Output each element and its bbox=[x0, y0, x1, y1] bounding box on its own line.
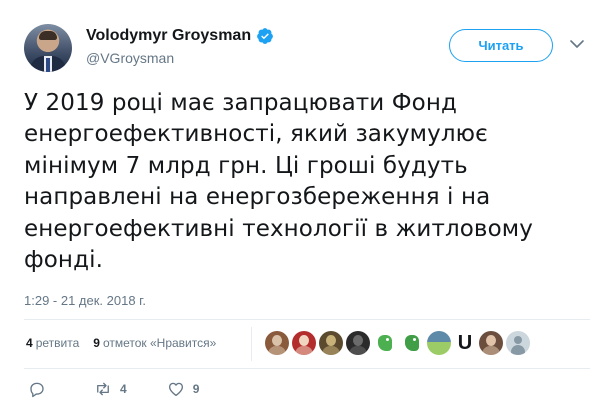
tweet-text: У 2019 році має запрацювати Фонд енергое… bbox=[24, 88, 594, 276]
liker-avatar-1[interactable] bbox=[265, 331, 289, 355]
liker-avatar-person[interactable] bbox=[479, 331, 503, 355]
author-name-row: Volodymyr Groysman bbox=[86, 27, 274, 45]
likes-stat[interactable]: 9 отметок «Нравится» bbox=[93, 336, 216, 350]
retweet-button[interactable]: 4 bbox=[94, 380, 127, 398]
verified-badge-icon bbox=[257, 28, 273, 44]
like-button[interactable]: 9 bbox=[167, 380, 200, 398]
retweets-count: 4 bbox=[26, 336, 33, 350]
liker-avatar-default[interactable] bbox=[506, 331, 530, 355]
author-avatar[interactable] bbox=[24, 24, 72, 72]
tweet-text-line: енергоефективності, який закумулює bbox=[24, 121, 488, 148]
heart-icon bbox=[168, 382, 183, 397]
tweet-text-line: енергоефективні технології в житловому bbox=[24, 215, 533, 242]
tweet-text-line: мінімум 7 млрд грн. Ці гроші будуть bbox=[24, 152, 468, 179]
divider-bottom bbox=[24, 368, 590, 369]
likes-label: отметок «Нравится» bbox=[102, 336, 217, 350]
tweet-text-line: направлені на енергозбереження і на bbox=[24, 184, 491, 211]
tweet-text-line: фонді. bbox=[24, 247, 103, 274]
avatar-tie bbox=[46, 58, 50, 72]
follow-button[interactable]: Читать bbox=[449, 29, 553, 62]
avatar-hair bbox=[39, 31, 57, 40]
chevron-down-icon[interactable] bbox=[568, 38, 586, 50]
stats-separator bbox=[251, 327, 252, 361]
liker-avatar-dragon-1[interactable] bbox=[373, 331, 397, 355]
liker-avatar-2[interactable] bbox=[292, 331, 316, 355]
liker-avatar-dragon-2[interactable] bbox=[400, 331, 424, 355]
tweet-text-line: У 2019 році має запрацювати Фонд bbox=[24, 90, 457, 116]
tweet-timestamp[interactable]: 1:29 - 21 дек. 2018 г. bbox=[24, 293, 146, 308]
author-handle[interactable]: @VGroysman bbox=[86, 50, 174, 66]
reply-button[interactable] bbox=[28, 380, 54, 398]
liker-avatar-letter[interactable]: U bbox=[454, 331, 476, 355]
retweets-label: ретвита bbox=[35, 336, 80, 350]
author-display-name[interactable]: Volodymyr Groysman bbox=[86, 27, 251, 45]
liker-avatar-landscape[interactable] bbox=[427, 331, 451, 355]
tweet-stats: 4 ретвита 9 отметок «Нравится» bbox=[26, 336, 216, 350]
likers-avatars: U bbox=[265, 331, 530, 355]
divider-top bbox=[24, 319, 590, 320]
tweet-actions: 4 9 bbox=[28, 380, 239, 398]
retweets-stat[interactable]: 4 ретвита bbox=[26, 336, 79, 350]
retweet-count: 4 bbox=[120, 382, 127, 396]
liker-avatar-4[interactable] bbox=[346, 331, 370, 355]
retweet-icon bbox=[97, 382, 109, 396]
liker-avatar-3[interactable] bbox=[319, 331, 343, 355]
reply-icon bbox=[30, 382, 44, 398]
likes-count: 9 bbox=[93, 336, 100, 350]
like-count: 9 bbox=[192, 382, 200, 396]
